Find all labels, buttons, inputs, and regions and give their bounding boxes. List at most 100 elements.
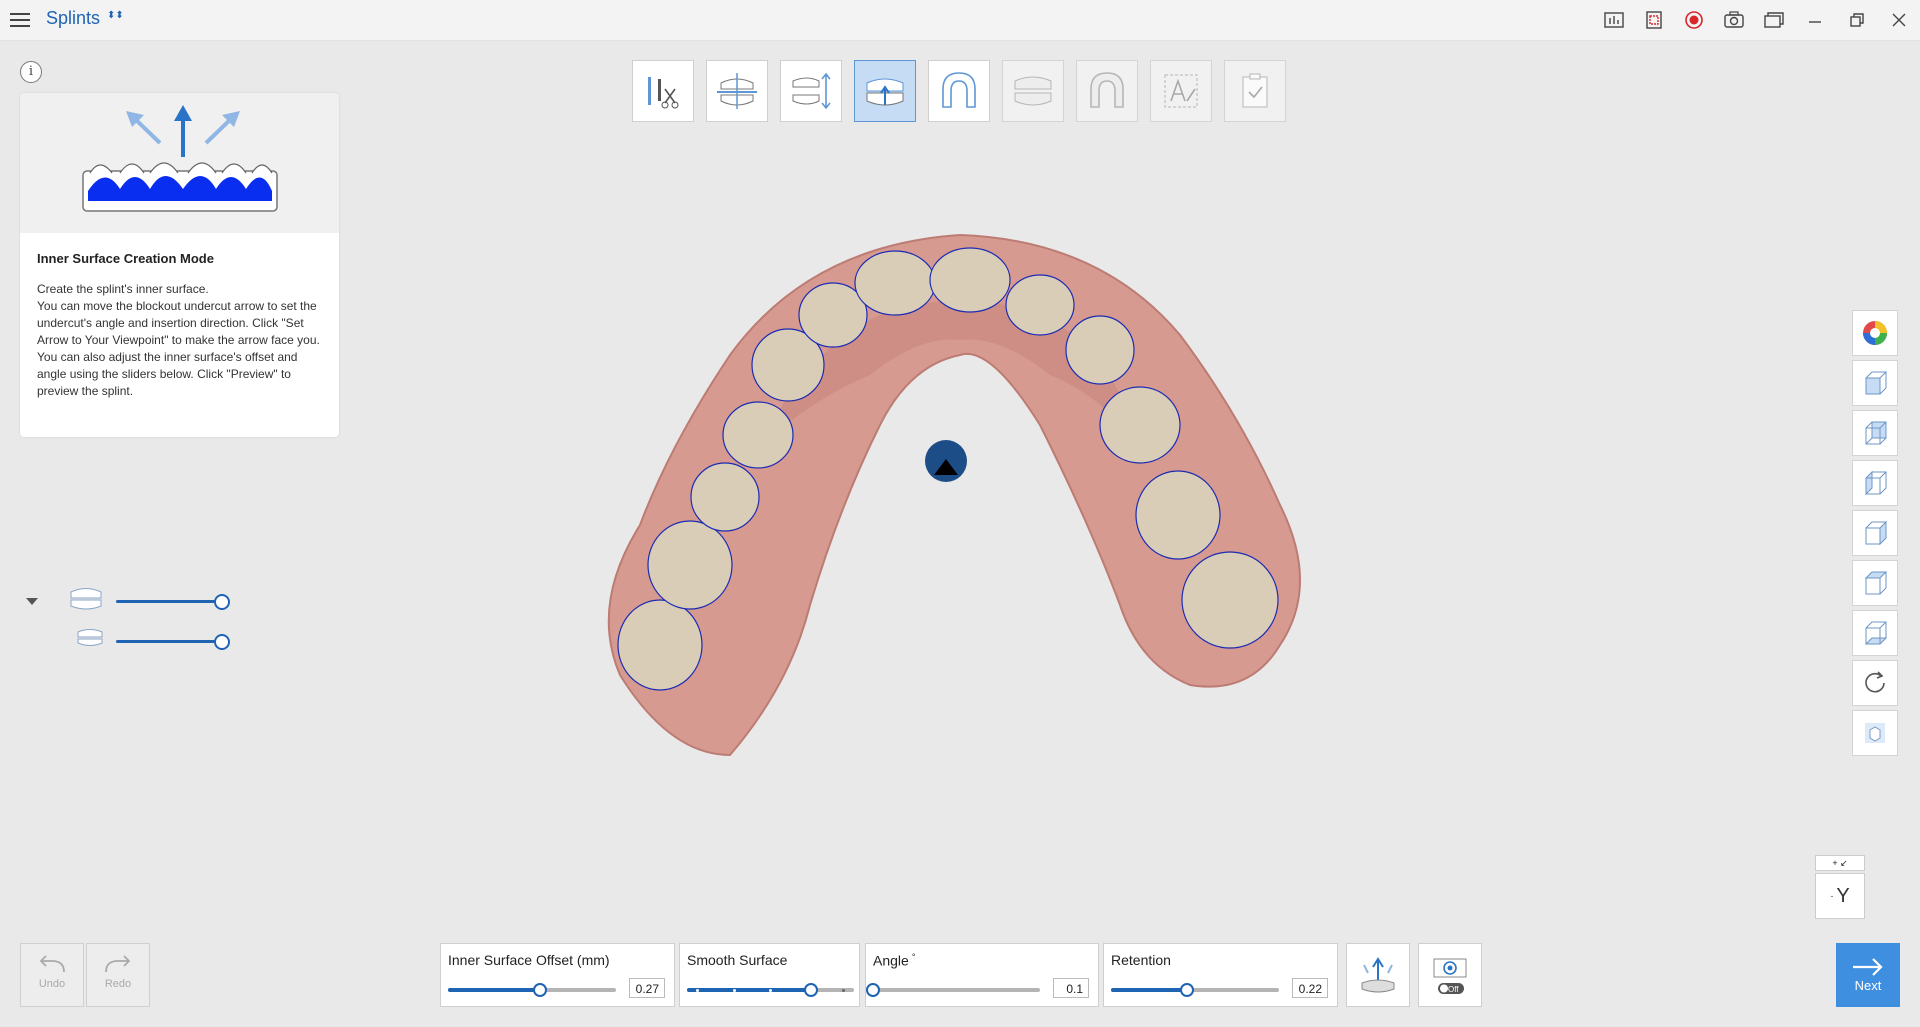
info-button[interactable]: i: [20, 61, 42, 83]
offset-slider[interactable]: [448, 983, 616, 997]
capture-region-icon[interactable]: [1634, 0, 1674, 40]
hamburger-menu-icon[interactable]: [8, 9, 32, 31]
redo-arrow-icon: [105, 955, 131, 973]
retention-value[interactable]: 0.22: [1292, 978, 1328, 998]
workflow-toolbar: [632, 60, 1298, 122]
undo-arrow-icon: [39, 955, 65, 973]
collapse-caret-icon[interactable]: [26, 598, 38, 605]
slider-step-dot: [769, 989, 772, 992]
arch-outline-icon: [942, 72, 976, 108]
layer-panel: [20, 582, 250, 652]
angle-label: Angle: [873, 952, 909, 969]
view-right-button[interactable]: [1852, 510, 1898, 556]
angle-degree-sign: °: [911, 952, 916, 962]
outer-surface-step[interactable]: [1002, 60, 1064, 122]
help-title: Inner Surface Creation Mode: [37, 251, 214, 266]
axis-indicator[interactable]: + ↙ - Y: [1815, 855, 1865, 919]
restore-icon[interactable]: [1836, 0, 1878, 40]
cube-right-icon: [1865, 520, 1887, 546]
angle-slider[interactable]: [866, 983, 1040, 997]
finish-step[interactable]: [1224, 60, 1286, 122]
offset-value[interactable]: 0.27: [629, 978, 665, 998]
smooth-slider[interactable]: [687, 983, 854, 997]
undo-button[interactable]: Undo: [20, 943, 84, 1007]
set-arrow-viewpoint-icon: [1361, 957, 1395, 993]
rotate-view-button[interactable]: [1852, 660, 1898, 706]
smooth-surface-panel: Smooth Surface: [679, 943, 860, 1007]
smooth-slider-fill: [687, 988, 811, 992]
close-icon[interactable]: [1878, 0, 1920, 40]
upper-jaw-icon: [70, 588, 102, 610]
report-icon[interactable]: [1594, 0, 1634, 40]
lower-jaw-opacity-slider[interactable]: [116, 634, 230, 650]
inner-surface-arrow-icon: [866, 78, 904, 106]
retention-label: Retention: [1111, 952, 1171, 968]
set-arrow-to-viewpoint-button[interactable]: [1346, 943, 1410, 1007]
smooth-label: Smooth Surface: [687, 952, 788, 968]
axis-label: Y: [1836, 884, 1850, 907]
3d-viewport[interactable]: [580, 225, 1340, 765]
jaw-opening-icon: [792, 72, 831, 110]
inner-surface-offset-panel: Inner Surface Offset (mm) 0.27: [440, 943, 675, 1007]
view-top-button[interactable]: [1852, 560, 1898, 606]
trim-step[interactable]: [632, 60, 694, 122]
occlusion-step[interactable]: [780, 60, 842, 122]
outline-step[interactable]: [928, 60, 990, 122]
next-button[interactable]: Next: [1836, 943, 1900, 1007]
color-wheel-icon: [1863, 321, 1887, 345]
retention-slider-fill: [1111, 988, 1187, 992]
retention-slider-thumb[interactable]: [1179, 983, 1194, 997]
axis-sign: -: [1830, 891, 1834, 901]
lower-jaw-scan-model: [607, 233, 1301, 757]
view-left-button[interactable]: [1852, 460, 1898, 506]
redo-button[interactable]: Redo: [86, 943, 150, 1007]
app-title: Splints: [46, 8, 101, 28]
inner-surface-illustration: [20, 93, 339, 233]
record-icon[interactable]: [1674, 0, 1714, 40]
app-badge-icon: ⬍⬍: [107, 10, 124, 21]
title-bar-actions: [1594, 0, 1920, 40]
angle-panel: Angle ° 0.1: [865, 943, 1099, 1007]
tools-scissors-icon: [648, 77, 679, 109]
angle-value[interactable]: 0.1: [1053, 978, 1089, 998]
finalize-shape-step[interactable]: [1076, 60, 1138, 122]
axis-label-box: - Y: [1815, 873, 1865, 919]
rotate-icon: [1865, 671, 1885, 693]
inner-surface-step[interactable]: [854, 60, 916, 122]
minimize-icon[interactable]: [1794, 0, 1836, 40]
preview-toggle-button[interactable]: Off: [1418, 943, 1482, 1007]
svg-text:Off: Off: [1448, 985, 1459, 994]
next-label: Next: [1854, 978, 1882, 993]
slider-step-dot: [696, 989, 699, 992]
splint-shape-icon: [1090, 72, 1124, 108]
view-bottom-button[interactable]: [1852, 610, 1898, 656]
upper-jaw-opacity-thumb[interactable]: [214, 594, 230, 610]
offset-slider-thumb[interactable]: [533, 983, 548, 997]
camera-icon[interactable]: [1714, 0, 1754, 40]
lower-jaw-opacity-thumb[interactable]: [214, 634, 230, 650]
help-line: You can also adjust the inner surface's …: [37, 350, 298, 398]
angle-slider-thumb[interactable]: [866, 983, 880, 997]
help-line: You can move the blockout undercut arrow…: [37, 299, 320, 347]
slider-step-dot: [842, 989, 845, 992]
help-line: Create the splint's inner surface.: [37, 282, 209, 296]
color-wheel-button[interactable]: [1852, 310, 1898, 356]
offset-label: Inner Surface Offset (mm): [448, 952, 610, 968]
view-front-button[interactable]: [1852, 360, 1898, 406]
text-step[interactable]: [1150, 60, 1212, 122]
outer-surface-icon: [1014, 76, 1052, 106]
smooth-slider-thumb[interactable]: [803, 983, 818, 997]
offset-slider-fill: [448, 988, 541, 992]
title-bar: Splints ⬍⬍: [0, 0, 1920, 41]
retention-slider[interactable]: [1111, 983, 1279, 997]
occlusal-plane-icon: [717, 73, 757, 109]
align-step[interactable]: [706, 60, 768, 122]
gallery-icon[interactable]: [1754, 0, 1794, 40]
view-back-button[interactable]: [1852, 410, 1898, 456]
axis-direction-toggle[interactable]: + ↙: [1815, 855, 1865, 871]
upper-jaw-opacity-slider[interactable]: [116, 594, 230, 610]
mini-view-button[interactable]: [1852, 710, 1898, 756]
cube-top-icon: [1864, 571, 1888, 595]
retention-panel: Retention 0.22: [1103, 943, 1338, 1007]
lower-jaw-icon: [77, 629, 103, 646]
